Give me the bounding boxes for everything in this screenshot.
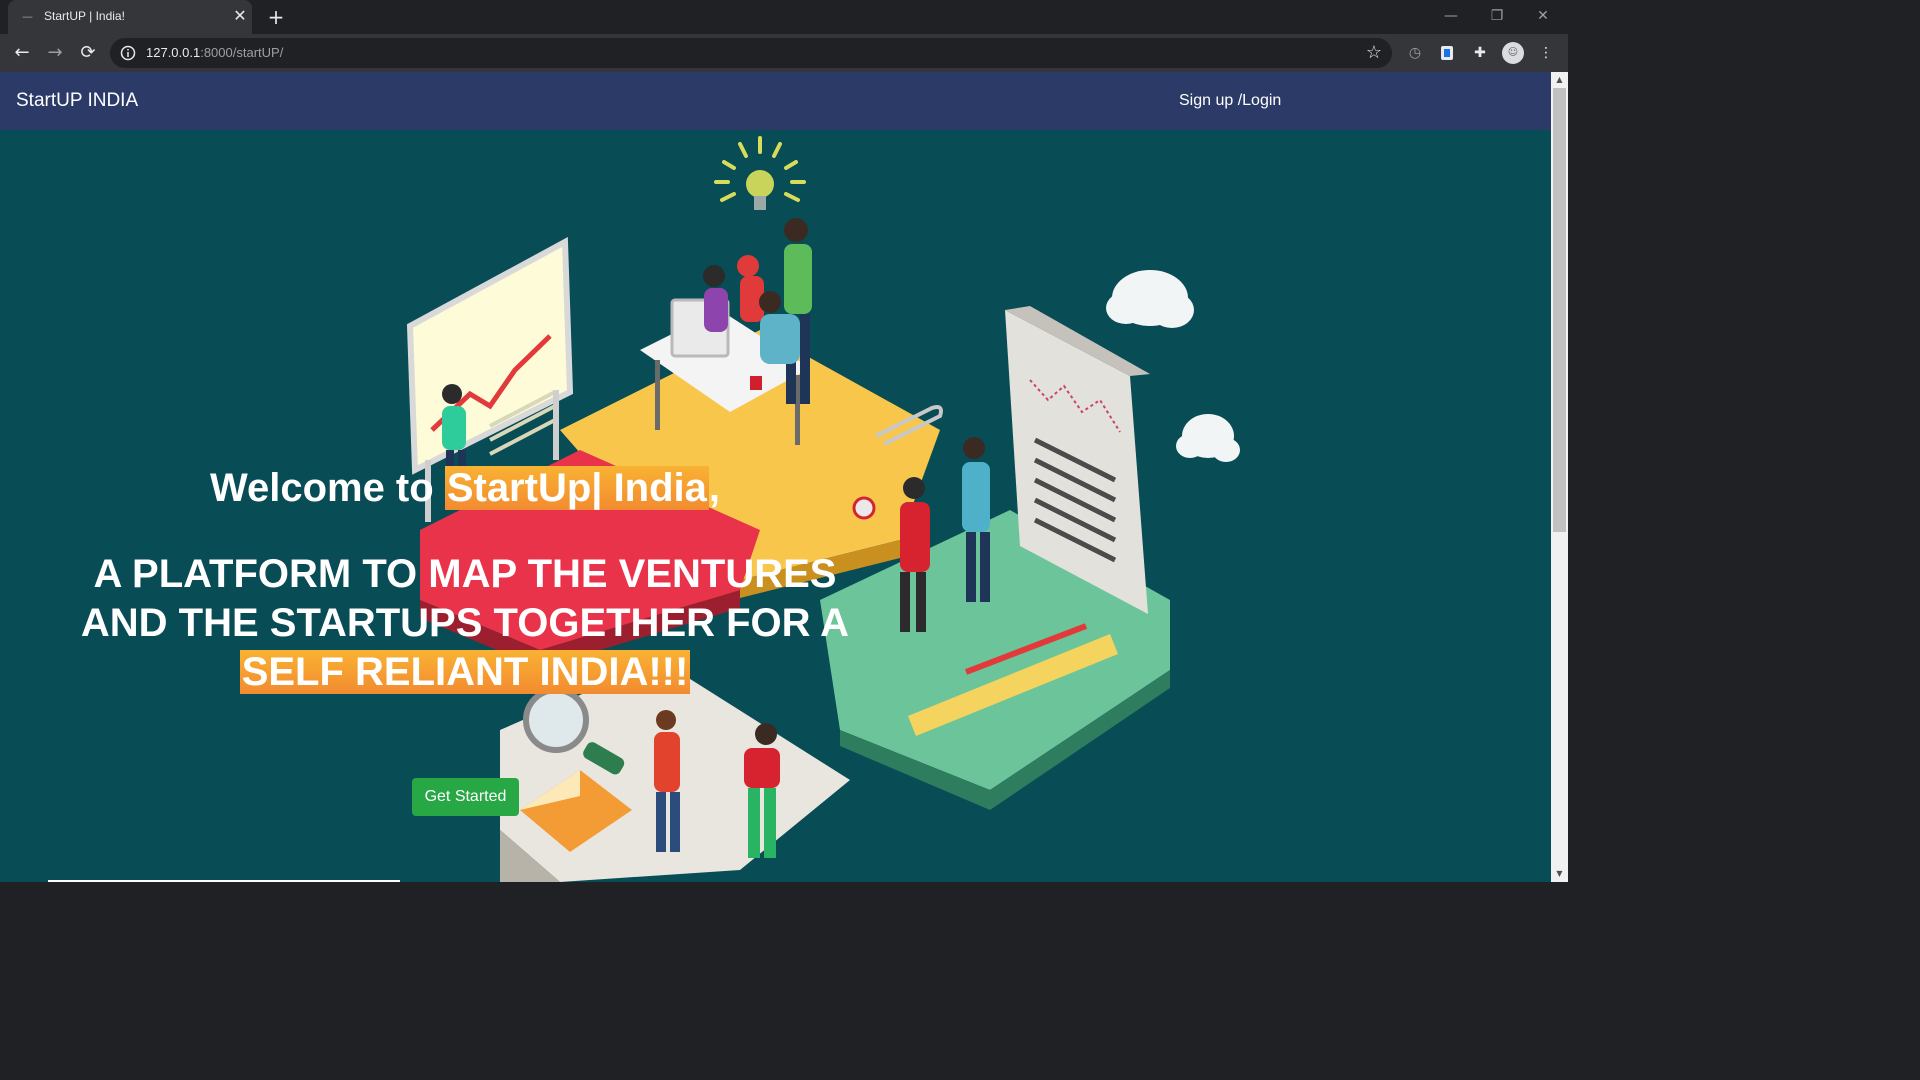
restore-button[interactable]: ❐ [1474, 4, 1520, 28]
extensions-puzzle-icon[interactable]: ✚ [1469, 42, 1491, 64]
site-info-icon[interactable] [120, 45, 136, 61]
site-brand[interactable]: StartUP INDIA [16, 90, 138, 112]
address-bar[interactable]: 127.0.0.1:8000/startUP/ ☆ [110, 38, 1392, 68]
scroll-down-icon[interactable]: ▼ [1551, 866, 1568, 882]
profile-avatar[interactable]: ☺ [1502, 42, 1524, 64]
tagline-line-2: AND THE STARTUPS TOGETHER FOR A [80, 601, 850, 645]
page-favicon-icon: — [22, 10, 33, 23]
scroll-up-icon[interactable]: ▲ [1551, 72, 1568, 88]
page-scrollbar[interactable]: ▲ ▼ [1551, 72, 1568, 882]
site-navbar: StartUP INDIA Sign up /Login [0, 72, 1551, 130]
tagline-line-1: A PLATFORM TO MAP THE VENTURES [93, 552, 837, 596]
reload-button[interactable]: ⟳ [74, 40, 102, 66]
hero-tagline: A PLATFORM TO MAP THE VENTURES AND THE S… [0, 550, 930, 697]
back-button[interactable]: ← [8, 40, 36, 66]
divider-line [48, 880, 400, 882]
bookmark-star-icon[interactable]: ☆ [1366, 41, 1382, 65]
extension-icon[interactable] [1436, 42, 1458, 64]
browser-tab[interactable]: — StartUP | India! ✕ [8, 0, 252, 34]
signup-login-link[interactable]: Sign up /Login [1179, 92, 1281, 110]
page-viewport: StartUP INDIA Sign up /Login Welcome to … [0, 72, 1551, 882]
close-tab-icon[interactable]: ✕ [230, 6, 250, 26]
get-started-button[interactable]: Get Started [412, 778, 519, 816]
welcome-highlight: StartUp| India [444, 466, 709, 510]
tagline-highlight: SELF RELIANT INDIA!!! [239, 650, 691, 694]
url-text[interactable]: 127.0.0.1:8000/startUP/ [146, 45, 283, 60]
browser-toolbar: ← → ⟳ 127.0.0.1:8000/startUP/ ☆ ◷ ✚ ☺ ⋮ [0, 34, 1568, 72]
hero-welcome-heading: Welcome to StartUp| India, [209, 466, 721, 510]
new-tab-button[interactable]: + [264, 5, 288, 29]
history-icon[interactable]: ◷ [1404, 42, 1426, 64]
tab-title: StartUP | India! [44, 9, 125, 23]
browser-title-bar: — StartUP | India! ✕ + — ❐ ✕ [0, 0, 1568, 34]
minimize-button[interactable]: — [1428, 4, 1474, 28]
scrollbar-thumb[interactable] [1553, 88, 1566, 532]
menu-icon[interactable]: ⋮ [1535, 42, 1557, 64]
lightbulb-icon [714, 136, 806, 210]
forward-button[interactable]: → [41, 40, 69, 66]
close-window-button[interactable]: ✕ [1520, 4, 1566, 28]
